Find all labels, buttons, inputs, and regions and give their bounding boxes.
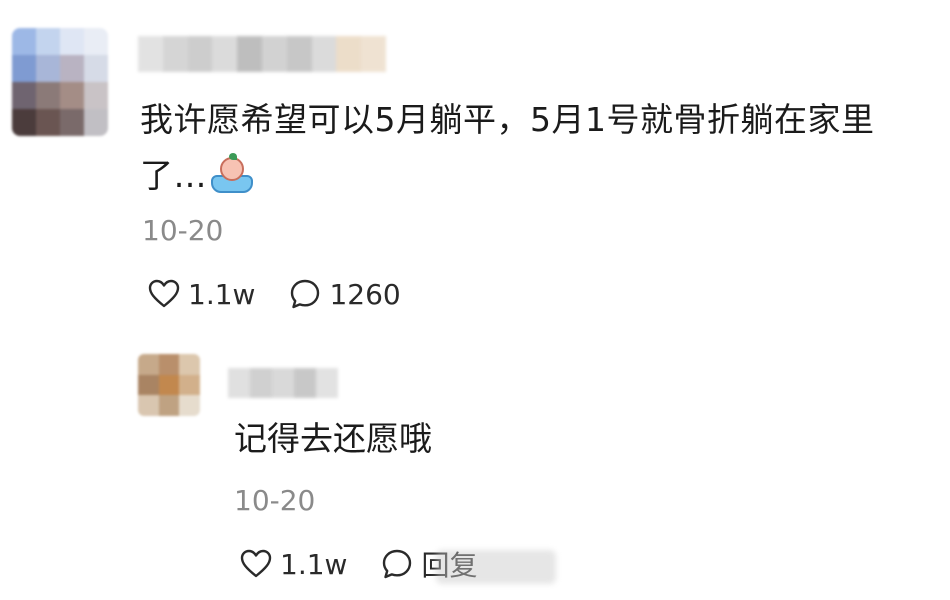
username-mosaic-cell — [212, 36, 238, 72]
comment-actions: 1.1w 1260 — [148, 274, 401, 314]
username-mosaic-cell — [228, 368, 250, 398]
avatar-mosaic-cell — [158, 374, 180, 396]
avatar-mosaic-cell — [84, 82, 108, 109]
reply-username-blurred[interactable] — [228, 368, 338, 398]
avatar-mosaic-cell — [179, 374, 200, 396]
reply-date: 10-20 — [234, 484, 316, 517]
avatar-mosaic-cell — [158, 354, 180, 375]
avatar-mosaic-cell — [12, 82, 36, 109]
avatar-mosaic-cell — [158, 395, 180, 416]
avatar-mosaic-cell — [60, 55, 84, 82]
avatar-mosaic-cell — [36, 55, 60, 82]
username-mosaic-cell — [294, 368, 316, 398]
username-mosaic-cell — [286, 36, 312, 72]
heart-icon — [240, 549, 272, 578]
comment-bubble-icon — [383, 549, 412, 579]
comment-date: 10-20 — [142, 214, 224, 247]
avatar-mosaic-cell — [60, 82, 84, 109]
crying-in-tub-sticker-icon — [211, 153, 253, 193]
username-mosaic-cell — [250, 368, 272, 398]
avatar-mosaic-cell — [84, 55, 108, 82]
reply-avatar[interactable] — [138, 354, 200, 416]
avatar-mosaic-cell — [12, 109, 36, 136]
reply-text: 记得去还愿哦 — [234, 419, 432, 458]
username-mosaic-cell — [272, 368, 294, 398]
username-mosaic-cell — [261, 36, 287, 72]
avatar-mosaic-cell — [36, 28, 60, 55]
avatar-mosaic-cell — [12, 55, 36, 82]
comment-bubble-icon — [291, 279, 320, 309]
like-button[interactable]: 1.1w — [148, 278, 255, 311]
avatar-mosaic-cell — [60, 109, 84, 136]
avatar-mosaic-cell — [138, 354, 159, 375]
avatar-mosaic-cell — [179, 354, 200, 375]
username-mosaic-cell — [361, 36, 386, 72]
username-blurred[interactable] — [138, 36, 386, 72]
avatar-mosaic-cell — [179, 395, 200, 416]
comment-text: 我许愿希望可以5月躺平，5月1号就骨折躺在家里了… — [140, 92, 940, 204]
reply-count-button[interactable]: 1260 — [289, 277, 401, 311]
avatar[interactable] — [12, 28, 108, 136]
avatar-mosaic-cell — [36, 82, 60, 109]
like-count: 1.1w — [188, 277, 256, 311]
comment-item: 我许愿希望可以5月躺平，5月1号就骨折躺在家里了… 10-20 1.1w 126… — [0, 0, 950, 340]
avatar-mosaic-cell — [138, 395, 159, 416]
watermark — [436, 550, 556, 584]
avatar-mosaic-cell — [36, 109, 60, 136]
username-mosaic-cell — [187, 36, 213, 72]
avatar-mosaic-cell — [84, 109, 108, 136]
reply-count: 1260 — [329, 277, 401, 311]
username-mosaic-cell — [311, 36, 337, 72]
avatar-mosaic-cell — [12, 28, 36, 55]
reply-like-button[interactable]: 1.1w — [240, 548, 347, 581]
username-mosaic-cell — [162, 36, 188, 72]
reply-item: 记得去还愿哦 10-20 1.1w 回复 — [0, 340, 950, 600]
avatar-mosaic-cell — [84, 28, 108, 55]
avatar-mosaic-cell — [138, 374, 159, 396]
username-mosaic-cell — [316, 368, 338, 398]
username-mosaic-cell — [336, 36, 362, 72]
reply-like-count: 1.1w — [280, 547, 348, 581]
username-mosaic-cell — [138, 36, 163, 72]
username-mosaic-cell — [237, 36, 262, 72]
avatar-mosaic-cell — [60, 28, 84, 55]
heart-icon — [148, 279, 180, 308]
